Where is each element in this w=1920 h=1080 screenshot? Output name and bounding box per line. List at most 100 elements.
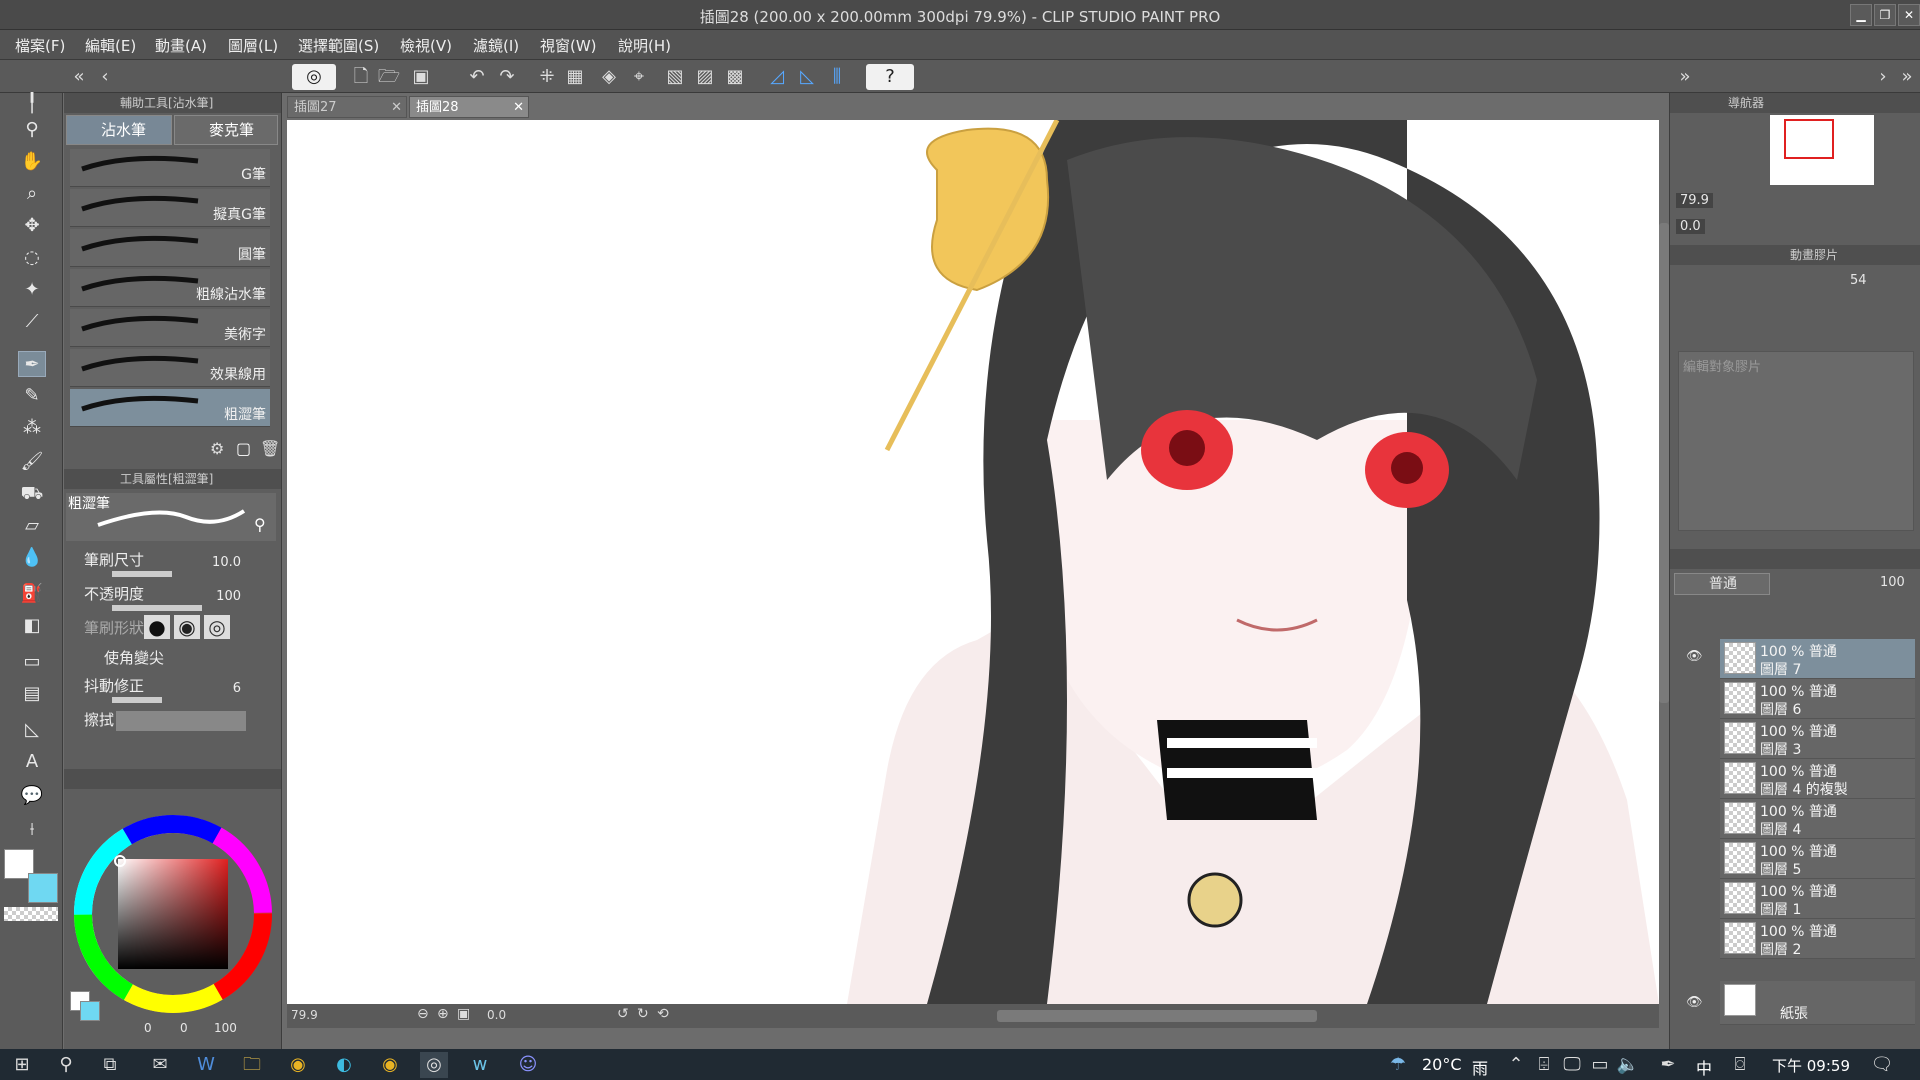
frame-icon[interactable]: ▤ <box>18 681 46 707</box>
ruler-icon[interactable]: ◺ <box>18 717 46 743</box>
battery-icon[interactable]: ▭ <box>1586 1052 1614 1078</box>
footer-zoom[interactable]: 79.9 <box>291 1008 318 1022</box>
magnify-icon[interactable]: ⚲ <box>254 515 266 534</box>
opacity-slider[interactable] <box>112 605 202 611</box>
menu-window[interactable]: 視窗(W) <box>540 35 597 56</box>
menu-selection[interactable]: 選擇範圍(S) <box>298 35 379 56</box>
layer-row[interactable]: 100 % 普通 圖層 4 <box>1720 799 1915 839</box>
airbrush-icon[interactable]: ⁂ <box>18 415 46 441</box>
magic-wand-icon[interactable]: ✦ <box>18 277 46 303</box>
brush-size-slider[interactable] <box>112 571 172 577</box>
lasso-icon[interactable]: ◌ <box>18 245 46 271</box>
redo-icon[interactable]: ↷ <box>494 64 520 90</box>
snap-special-ruler-icon[interactable]: ◺ <box>794 64 820 90</box>
correct-line-icon[interactable]: ⟊ <box>18 817 46 843</box>
special-ruler-icon[interactable]: ▩ <box>722 64 748 90</box>
start-icon[interactable]: ⊞ <box>8 1052 36 1078</box>
transform-icon[interactable]: ⌖ <box>626 64 652 90</box>
visibility-eye-icon[interactable]: 👁 <box>1686 995 1703 1010</box>
brush-item[interactable]: 粗澀筆 <box>70 389 270 427</box>
search-icon[interactable]: ⚲ <box>52 1052 80 1078</box>
visibility-eye-icon[interactable]: 👁 <box>1686 649 1703 664</box>
settings-icon[interactable]: ⚙ <box>210 439 224 458</box>
shape-dot-3[interactable]: ◎ <box>204 615 230 639</box>
vertical-scrollbar[interactable] <box>1659 223 1669 703</box>
clip-studio-taskbar-icon[interactable]: ◎ <box>420 1052 448 1078</box>
color-wheel[interactable] <box>68 809 278 1019</box>
menu-file[interactable]: 檔案(F) <box>15 35 65 56</box>
new-file-icon[interactable]: 🗋 <box>348 64 374 90</box>
shape-dot-2[interactable]: ◉ <box>174 615 200 639</box>
horizontal-scrollbar[interactable] <box>997 1010 1317 1022</box>
discord-icon[interactable]: ☺ <box>514 1052 542 1078</box>
expand-right-icon[interactable]: » <box>1894 64 1920 90</box>
layer-row[interactable]: 100 % 普通 圖層 4 的複製 <box>1720 759 1915 799</box>
pen-input-icon[interactable]: ✒ <box>1654 1052 1682 1078</box>
file-explorer-icon[interactable]: 🗀 <box>238 1052 266 1078</box>
navigator-viewport[interactable] <box>1784 119 1834 159</box>
tab-marker[interactable]: 麥克筆 <box>174 115 278 145</box>
notification-icon[interactable]: 🗨 <box>1868 1052 1896 1078</box>
layer-opacity[interactable]: 100 <box>1880 575 1905 590</box>
layer-row[interactable]: 100 % 普通 圖層 3 <box>1720 719 1915 759</box>
zoom-tool-icon[interactable]: ⚲ <box>18 117 46 143</box>
ime-indicator[interactable]: 中 <box>1696 1055 1712 1079</box>
snap-icon[interactable]: ⁜ <box>534 64 560 90</box>
brush-size-row[interactable]: 筆刷尺寸 10.0 <box>84 549 271 579</box>
wipe-slider[interactable] <box>116 711 246 731</box>
stabilize-slider[interactable] <box>112 697 162 703</box>
footer-angle[interactable]: 0.0 <box>487 1008 506 1022</box>
chrome-icon[interactable]: ◉ <box>284 1052 312 1078</box>
animation-frame[interactable]: 54 <box>1850 273 1867 288</box>
animation-timeline[interactable]: 編輯對象膠片 <box>1678 351 1914 531</box>
sub-color-swatch[interactable] <box>28 873 58 903</box>
clip-studio-icon[interactable]: ◎ <box>292 64 336 90</box>
shape-dot-1[interactable]: ● <box>144 615 170 639</box>
brush-item[interactable]: 美術字 <box>70 309 270 347</box>
tray-chevron-icon[interactable]: ⌃ <box>1502 1052 1530 1078</box>
fit-icon[interactable]: ▣ <box>457 1006 470 1022</box>
undo-icon[interactable]: ↶ <box>464 64 490 90</box>
save-icon[interactable]: ▣ <box>408 64 434 90</box>
minimize-button[interactable]: ▁ <box>1850 4 1872 26</box>
blend-icon[interactable]: 💧 <box>18 545 46 571</box>
snap-grid-icon[interactable]: ⫼ <box>824 64 850 90</box>
layer-row[interactable]: 100 % 普通 圖層 7 <box>1720 639 1915 679</box>
zoom-in-icon[interactable]: ⊕ <box>437 1006 449 1022</box>
brush-item[interactable]: 效果線用 <box>70 349 270 387</box>
snap-ruler-icon[interactable]: ◿ <box>764 64 790 90</box>
close-tab-icon[interactable]: ✕ <box>391 97 402 119</box>
task-view-icon[interactable]: ⧉ <box>96 1052 124 1078</box>
camera-icon[interactable]: ⌹ <box>1530 1052 1558 1078</box>
grid-snap-icon[interactable]: ▨ <box>692 64 718 90</box>
gradient-icon[interactable]: ◧ <box>18 613 46 639</box>
close-tab-icon[interactable]: ✕ <box>513 97 524 119</box>
figure-icon[interactable]: ▭ <box>18 649 46 675</box>
eyedropper-icon[interactable]: ⟋ <box>18 309 46 335</box>
rotate-right-icon[interactable]: ↻ <box>637 1006 649 1022</box>
clear-icon[interactable]: ◈ <box>596 64 622 90</box>
menu-filter[interactable]: 濾鏡(I) <box>473 35 519 56</box>
brush-item[interactable]: 粗線沾水筆 <box>70 269 270 307</box>
brush-item[interactable]: 圓筆 <box>70 229 270 267</box>
doc-tab-28[interactable]: 插圖28 ✕ <box>409 96 529 118</box>
arrow-right-icon[interactable]: › <box>1870 64 1896 90</box>
layer-row[interactable]: 100 % 普通 圖層 5 <box>1720 839 1915 879</box>
word-app-icon[interactable]: w <box>466 1052 494 1078</box>
move-layer-icon[interactable]: ✥ <box>18 213 46 239</box>
drawing-canvas[interactable] <box>287 120 1659 1004</box>
pen-tool-icon[interactable]: ✒ <box>18 351 46 377</box>
blend-mode-select[interactable]: 普通 <box>1674 573 1770 595</box>
layer-row[interactable]: 100 % 普通 圖層 1 <box>1720 879 1915 919</box>
menu-layer[interactable]: 圖層(L) <box>228 35 278 56</box>
delete-subtool-icon[interactable]: 🗑 <box>260 439 280 458</box>
copy-subtool-icon[interactable]: ▢ <box>236 439 251 458</box>
help-icon[interactable]: ? <box>866 64 914 90</box>
rotate-left-icon[interactable]: ↺ <box>617 1006 629 1022</box>
navigator-angle[interactable]: 0.0 <box>1676 219 1705 234</box>
pen-tip-icon[interactable]: ╿ <box>18 91 46 117</box>
chrome-canary-icon[interactable]: ◉ <box>376 1052 404 1078</box>
menu-view[interactable]: 檢視(V) <box>400 35 452 56</box>
select-all-icon[interactable]: ▦ <box>562 64 588 90</box>
layer-row[interactable]: 100 % 普通 圖層 2 <box>1720 919 1915 959</box>
